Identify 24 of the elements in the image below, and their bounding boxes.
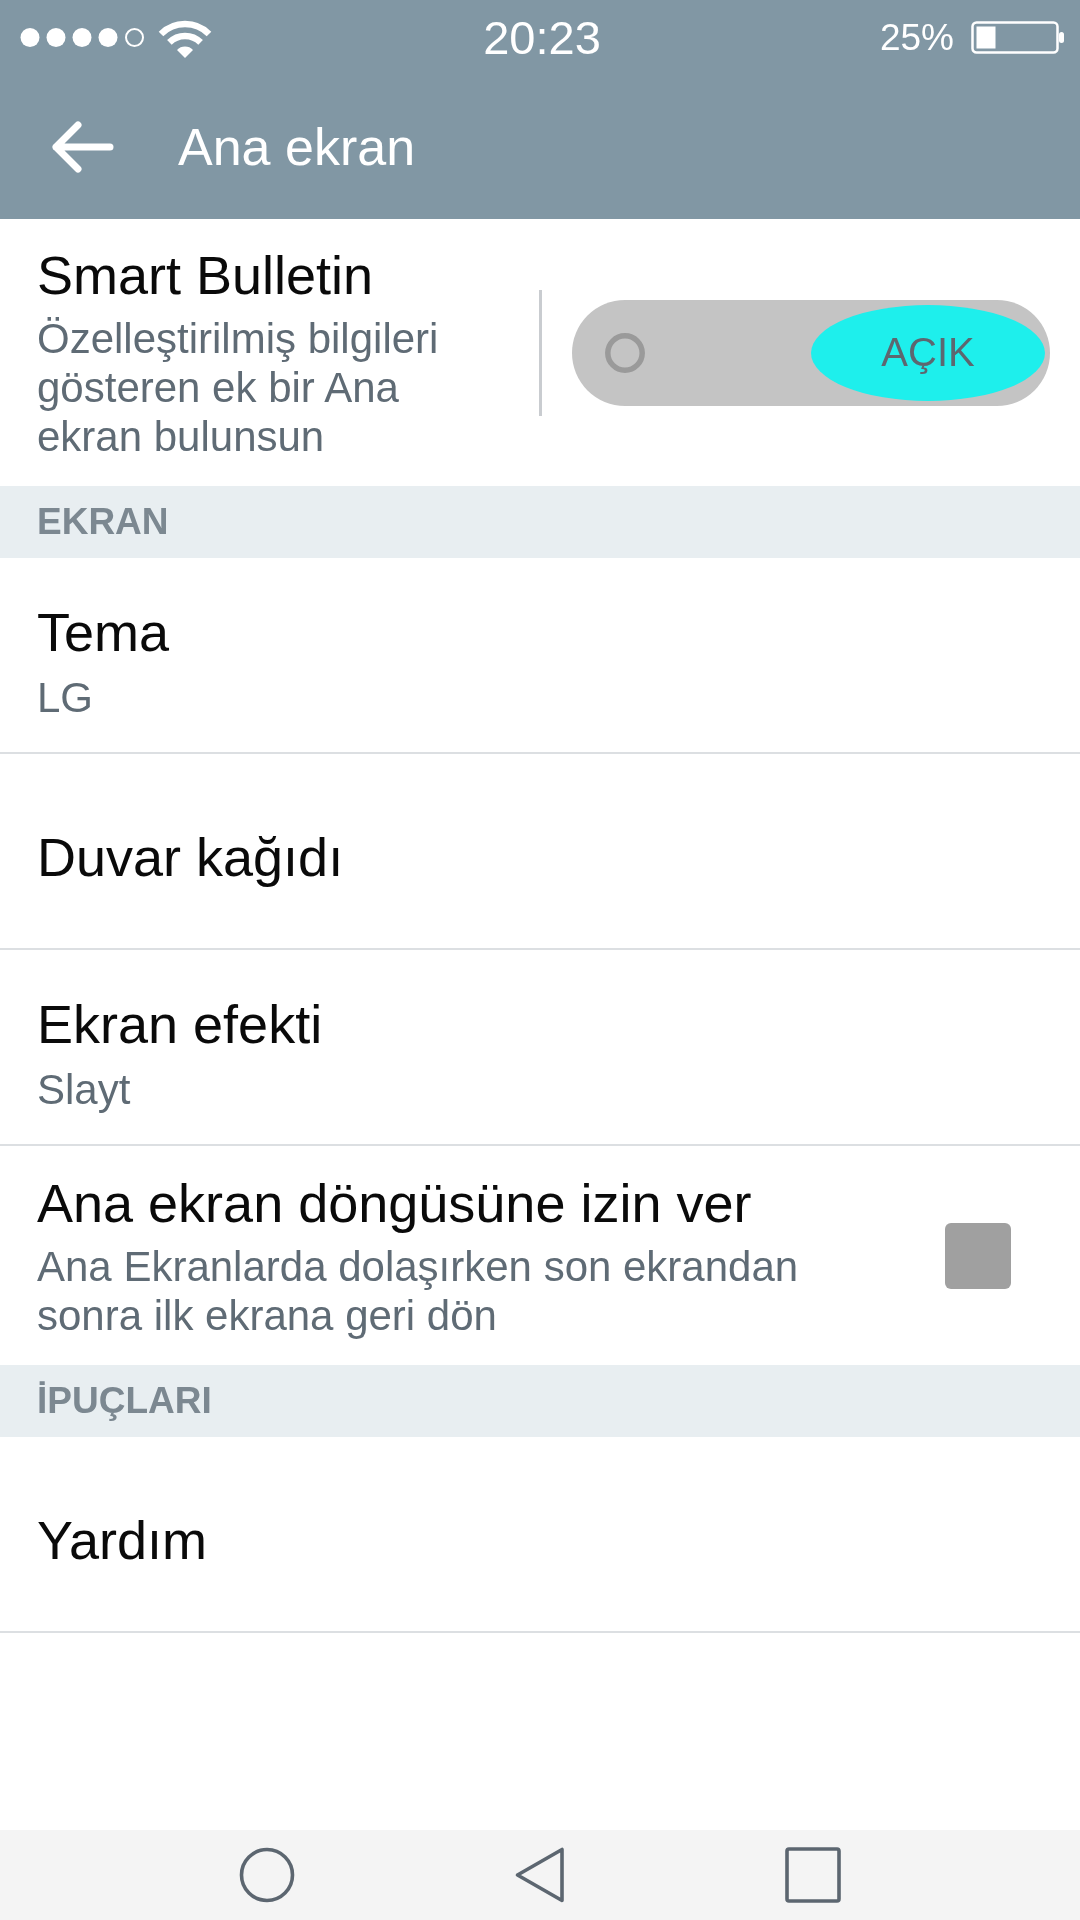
setting-title: Smart Bulletin (37, 244, 375, 306)
battery-percentage: 25% (879, 15, 954, 60)
section-header: EKRAN (0, 486, 1080, 558)
setting-summary: LG (37, 672, 95, 722)
setting-summary: Slayt (37, 1064, 132, 1114)
switch-thumb[interactable]: AÇIK (811, 304, 1045, 401)
setting-summary: Ana Ekranlarda dolaşırken son ekrandan sonra ilk ekrana geri dön (37, 1241, 800, 1340)
battery-icon (971, 21, 1064, 54)
screen-title: Ana ekran (178, 117, 416, 178)
setting-title: Ekran efekti (37, 992, 323, 1055)
ring-icon (605, 332, 645, 373)
setting-title: Ana ekran döngüsüne izin ver (37, 1171, 753, 1234)
signal-icon (20, 27, 145, 48)
back-icon[interactable] (515, 1847, 565, 1903)
home-icon[interactable] (239, 1847, 295, 1903)
setting-title: Duvar kağıdı (37, 826, 344, 888)
section-header: İPUÇLARI (0, 1365, 1080, 1437)
checkbox[interactable] (945, 1222, 1011, 1289)
setting-summary: Özelleştirilmiş bilgileri gösteren ek bir Ana ekran bulunsun (37, 314, 440, 461)
clock-time: 20:23 (483, 9, 601, 66)
setting-title: Tema (37, 600, 170, 663)
toggle-switch[interactable]: AÇIK (572, 299, 1050, 406)
setting-title: Yardım (37, 1509, 208, 1571)
recent-apps-icon[interactable] (785, 1847, 841, 1903)
